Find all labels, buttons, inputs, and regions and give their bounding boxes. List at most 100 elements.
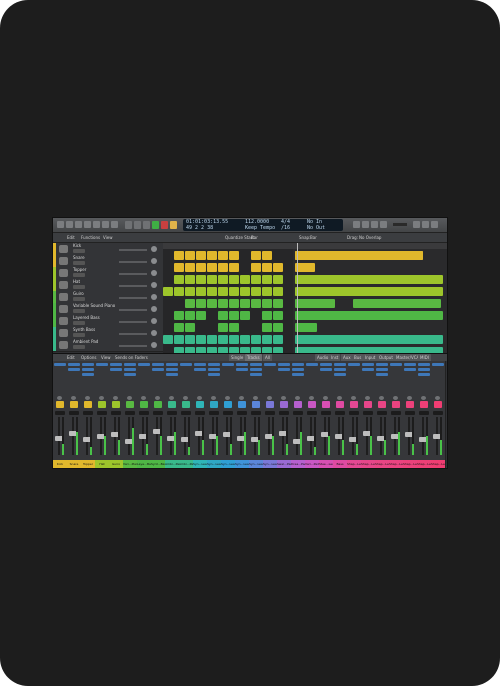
track-pan-knob[interactable] [151,318,157,324]
loop-cell[interactable] [218,263,228,272]
timeline-region[interactable] [295,287,443,296]
track-pan-knob[interactable] [151,294,157,300]
inspector-icon[interactable] [66,221,73,228]
loop-cell[interactable] [273,275,283,284]
mute-solo-buttons[interactable] [73,285,85,289]
timeline-region[interactable] [295,323,317,332]
timeline-region[interactable] [295,263,315,272]
functions-menu[interactable]: Functions [81,233,100,242]
mute-solo-buttons[interactable] [73,273,85,277]
loop-cell[interactable] [196,335,206,344]
loop-cell[interactable] [174,311,184,320]
pan-knob[interactable] [351,396,356,400]
drag-value[interactable]: No Overlap [359,233,381,242]
loop-cell[interactable] [273,299,283,308]
plugin-slot[interactable] [124,373,136,376]
mute-solo-buttons[interactable] [73,309,85,313]
loop-cell[interactable] [229,323,239,332]
loop-cell[interactable] [207,251,217,260]
pan-knob[interactable] [113,396,118,400]
plugin-slot[interactable] [320,363,332,366]
timeline-region[interactable] [295,311,443,320]
track-volume-slider[interactable] [119,261,147,263]
plugin-slot[interactable] [208,363,220,366]
pan-knob[interactable] [407,396,412,400]
pan-knob[interactable] [211,396,216,400]
plugin-slot[interactable] [194,363,206,366]
loop-cell[interactable] [185,275,195,284]
pan-knob[interactable] [57,396,62,400]
mixer-icon[interactable] [102,221,109,228]
mute-solo-buttons[interactable] [73,321,85,325]
mute-solo-buttons[interactable] [73,261,85,265]
plugin-slot[interactable] [124,363,136,366]
timeline-region[interactable] [295,275,443,284]
loop-cell[interactable] [196,299,206,308]
loop-cell[interactable] [229,275,239,284]
plugin-slot[interactable] [54,363,66,366]
help-icon[interactable] [75,221,82,228]
forward-button[interactable] [134,221,141,229]
loop-cell[interactable] [174,263,184,272]
loop-cell[interactable] [251,335,261,344]
loop-cell[interactable] [207,275,217,284]
plugin-slot[interactable] [320,368,332,371]
loop-cell[interactable] [229,299,239,308]
loop-cell[interactable] [218,299,228,308]
plugin-slot[interactable] [250,368,262,371]
play-button[interactable] [152,221,159,229]
track-pan-knob[interactable] [151,306,157,312]
plugin-slot[interactable] [180,363,192,366]
pan-knob[interactable] [197,396,202,400]
plugin-slot[interactable] [138,363,150,366]
loop-cell[interactable] [240,335,250,344]
loop-cell[interactable] [196,263,206,272]
loop-cell[interactable] [218,251,228,260]
mute-solo-buttons[interactable] [73,249,85,253]
loop-cell[interactable] [262,311,272,320]
loop-cell[interactable] [207,287,217,296]
loop-cell[interactable] [218,275,228,284]
toolbar-icon[interactable] [84,221,91,228]
loop-cell[interactable] [262,263,272,272]
loop-cell[interactable] [174,275,184,284]
track-header[interactable]: Ambient Pad [53,339,163,352]
smart-controls-icon[interactable] [93,221,100,228]
pan-knob[interactable] [323,396,328,400]
loop-cell[interactable] [196,275,206,284]
loop-cell[interactable] [185,251,195,260]
timeline-region[interactable] [295,251,423,260]
pan-knob[interactable] [309,396,314,400]
loop-cell[interactable] [163,287,173,296]
plugin-slot[interactable] [418,373,430,376]
loop-cell[interactable] [240,311,250,320]
loop-cell[interactable] [174,251,184,260]
plugin-slot[interactable] [166,368,178,371]
plugin-slot[interactable] [110,363,122,366]
loop-cell[interactable] [229,251,239,260]
track-pan-knob[interactable] [151,270,157,276]
loop-cell[interactable] [251,251,261,260]
plugin-slot[interactable] [292,373,304,376]
pan-knob[interactable] [239,396,244,400]
timeline-region[interactable] [295,299,335,308]
plugin-slot[interactable] [166,373,178,376]
count-in-icon[interactable] [371,221,378,228]
track-volume-slider[interactable] [119,297,147,299]
loop-cell[interactable] [207,335,217,344]
plugin-slot[interactable] [376,368,388,371]
list-editors-icon[interactable] [413,221,420,228]
loop-cell[interactable] [185,263,195,272]
plugin-slot[interactable] [68,368,80,371]
loop-cell[interactable] [262,287,272,296]
pan-knob[interactable] [71,396,76,400]
plugin-slot[interactable] [110,368,122,371]
plugin-slot[interactable] [250,373,262,376]
plugin-slot[interactable] [334,363,346,366]
plugin-slot[interactable] [334,368,346,371]
loop-cell[interactable] [262,299,272,308]
loop-cell[interactable] [240,275,250,284]
loop-cell[interactable] [196,287,206,296]
plugin-slot[interactable] [390,363,402,366]
pan-knob[interactable] [421,396,426,400]
